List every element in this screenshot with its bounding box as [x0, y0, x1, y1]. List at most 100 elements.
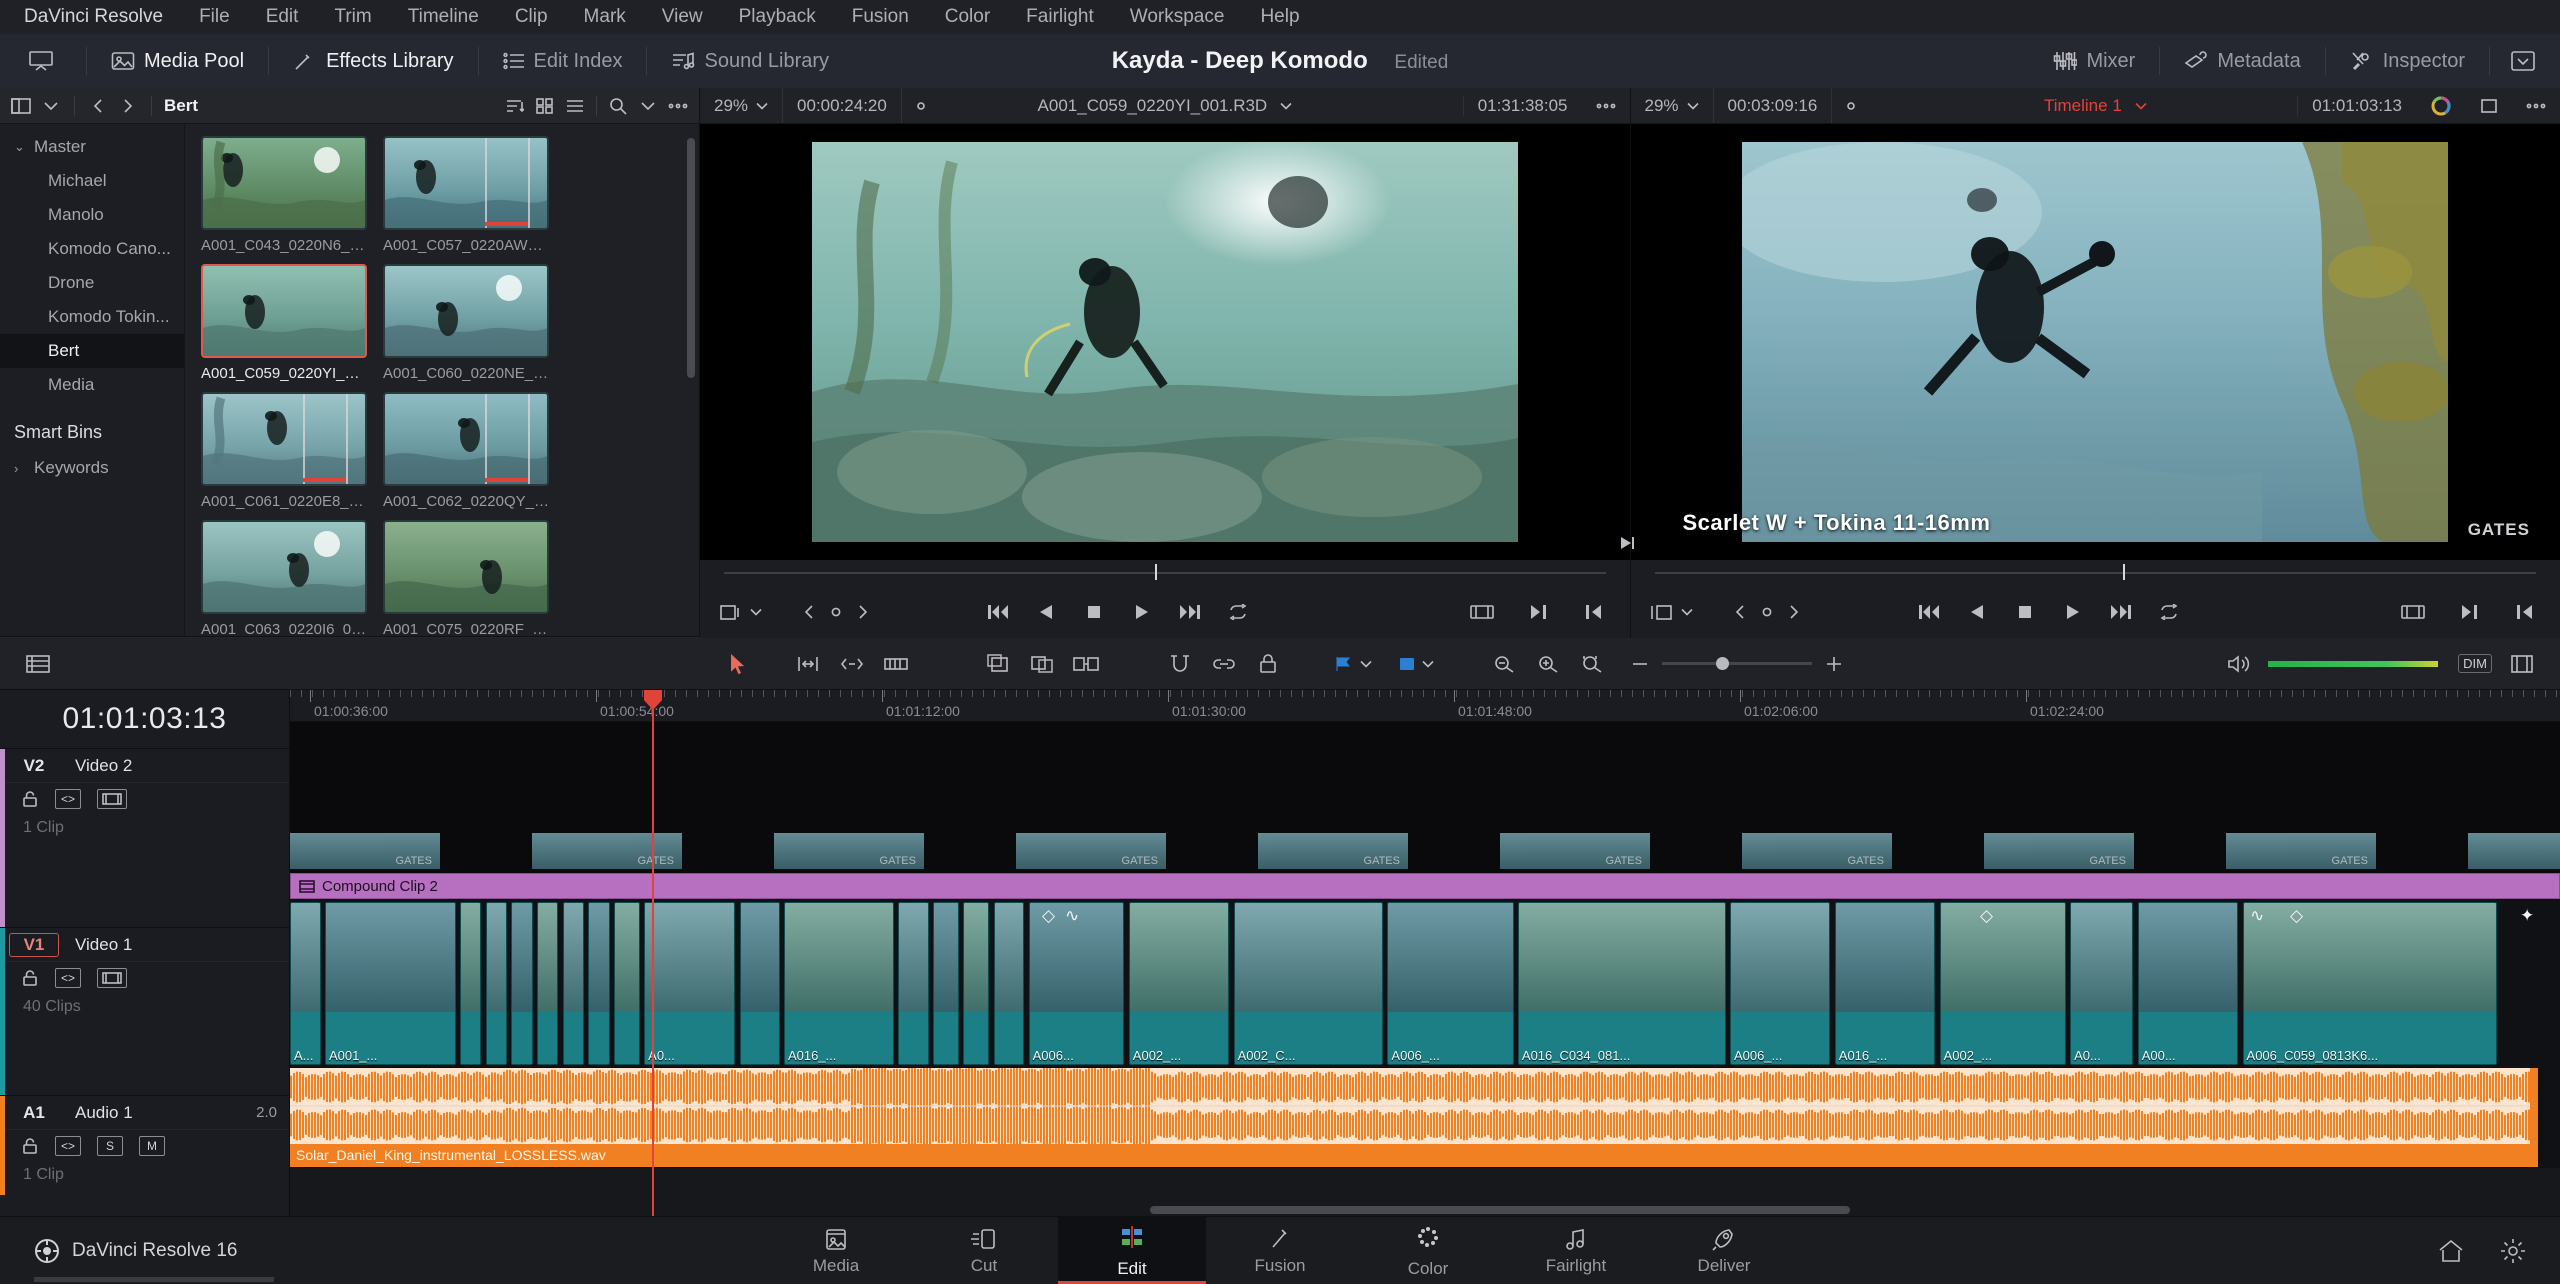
zoom-slider-group[interactable]	[1632, 656, 1842, 672]
timeline-clip[interactable]	[993, 902, 1025, 1065]
marker-color-dropdown[interactable]	[1398, 655, 1434, 673]
timeline-loop-button[interactable]	[2154, 597, 2184, 627]
media-pool-clip[interactable]: A001_C057_0220AW_00...	[383, 136, 549, 254]
page-cut[interactable]: Cut	[910, 1217, 1058, 1284]
insert-clip-button[interactable]	[978, 648, 1018, 680]
bin-item-media[interactable]: Media	[0, 368, 184, 402]
timeline-viewer-image[interactable]: Scarlet W + Tokina 11-16mm GATES	[1630, 124, 2560, 560]
timeline-scrubber[interactable]	[1620, 536, 2560, 586]
timeline-mode-dropdown[interactable]	[1650, 604, 1693, 621]
track-solo-button[interactable]: S	[97, 1136, 123, 1156]
speaker-icon[interactable]	[2218, 648, 2258, 680]
back-icon[interactable]	[83, 93, 113, 119]
timeline-options-icon[interactable]	[1832, 88, 1870, 123]
media-pool-clip[interactable]: A001_C061_0220E8_001...	[201, 392, 367, 510]
track-auto-select-button[interactable]: <>	[55, 1136, 81, 1156]
page-deliver[interactable]: Deliver	[1650, 1217, 1798, 1284]
timeline-clip[interactable]: A002_...	[1939, 902, 2066, 1065]
clip-thumbnail[interactable]	[383, 136, 549, 230]
linked-selection-button[interactable]	[1204, 648, 1244, 680]
inspector-button[interactable]: Inspector	[2340, 46, 2475, 77]
sidebar-toggle-icon[interactable]	[6, 93, 36, 119]
timeline-play-button[interactable]	[2058, 597, 2088, 627]
menu-item-davinci-resolve[interactable]: DaVinci Resolve	[24, 6, 163, 28]
track-auto-select-button[interactable]: <>	[55, 968, 81, 988]
track-header-v2[interactable]: V2 Video 2 <> 1 Clip	[0, 748, 289, 927]
menu-item-workspace[interactable]: Workspace	[1130, 6, 1225, 28]
source-options-icon[interactable]	[902, 88, 940, 123]
track-a1-lane[interactable]: Solar_Daniel_King_instrumental_LOSSLESS.…	[290, 1068, 2560, 1168]
timeline-clip[interactable]: A002_C...	[1233, 902, 1384, 1065]
chevron-right-icon[interactable]: ›	[14, 461, 34, 476]
page-fairlight[interactable]: Fairlight	[1502, 1217, 1650, 1284]
selection-mode-button[interactable]	[718, 648, 758, 680]
zoom-in-button[interactable]	[1528, 648, 1568, 680]
timeline-clip[interactable]	[588, 902, 610, 1065]
bin-item-michael[interactable]: Michael	[0, 164, 184, 198]
timeline-clip[interactable]: A016_...	[783, 902, 894, 1065]
source-zoom-dropdown[interactable]: 29%	[700, 88, 784, 123]
bin-item-master[interactable]: ⌄ Master	[0, 130, 184, 164]
position-lock-button[interactable]	[1248, 648, 1288, 680]
color-wheel-icon[interactable]	[2416, 95, 2466, 117]
page-media[interactable]: Media	[762, 1217, 910, 1284]
source-more-icon[interactable]	[1582, 103, 1630, 109]
clip-transition-icon[interactable]: ∿	[1065, 906, 1079, 926]
media-pool-button[interactable]: Media Pool	[101, 46, 254, 77]
menu-item-fairlight[interactable]: Fairlight	[1026, 6, 1094, 28]
bin-item-manolo[interactable]: Manolo	[0, 198, 184, 232]
overwrite-clip-button[interactable]	[1022, 648, 1062, 680]
edit-index-button[interactable]: Edit Index	[493, 46, 633, 77]
timeline-clip[interactable]: A002_...	[1128, 902, 1230, 1065]
timeline-zoom-dropdown[interactable]: 29%	[1631, 88, 1714, 123]
menu-item-timeline[interactable]: Timeline	[408, 6, 479, 28]
timeline-clip[interactable]: A0...	[2070, 902, 2134, 1065]
media-pool-clip[interactable]: A001_C059_0220YI_001....	[201, 264, 367, 382]
timeline-horizontal-scrollbar[interactable]	[1150, 1206, 1850, 1214]
clip-transition-icon[interactable]: ✦	[2520, 906, 2534, 926]
source-scrubber[interactable]	[700, 560, 1630, 586]
track-v1-lane[interactable]: A... A001_... A0... A016_... A006... A002_...…	[290, 900, 2560, 1068]
menu-item-trim[interactable]: Trim	[334, 6, 371, 28]
timeline-settings-icon[interactable]	[2502, 648, 2542, 680]
timeline-clip[interactable]: A016_...	[1834, 902, 1936, 1065]
timeline-play-reverse-button[interactable]	[1962, 597, 1992, 627]
track-video-enable-button[interactable]	[97, 968, 127, 988]
clip-thumbnail[interactable]	[383, 392, 549, 486]
timeline-clip[interactable]: A001_...	[324, 902, 456, 1065]
smart-bin-item-keywords[interactable]: › Keywords	[0, 451, 184, 485]
search-icon[interactable]	[603, 93, 633, 119]
panel-chevron-button[interactable]	[2504, 46, 2542, 76]
playhead[interactable]	[644, 690, 662, 1216]
forward-icon[interactable]	[113, 93, 143, 119]
bin-item-bert[interactable]: Bert	[0, 334, 184, 368]
source-jump-start-button[interactable]	[983, 597, 1013, 627]
compound-clip[interactable]: Compound Clip 2	[290, 873, 2560, 899]
track-header-v1[interactable]: V1 Video 1 <> 40 Clips	[0, 927, 289, 1095]
timeline-stop-button[interactable]	[2010, 597, 2040, 627]
mixer-button[interactable]: Mixer	[2043, 46, 2145, 77]
page-fusion[interactable]: Fusion	[1206, 1217, 1354, 1284]
search-chevron-icon[interactable]	[633, 93, 663, 119]
media-pool-clip[interactable]: A001_C075_0220RF_00...	[383, 520, 549, 636]
media-pool-more-icon[interactable]	[663, 93, 693, 119]
timeline-clip[interactable]: A006...	[1028, 902, 1125, 1065]
track-lock-icon[interactable]	[21, 1137, 39, 1155]
sort-icon[interactable]	[500, 93, 530, 119]
media-pool-scrollbar[interactable]	[687, 138, 695, 378]
clip-transition-icon[interactable]: ◇	[1042, 906, 1055, 926]
track-channel-config[interactable]: 2.0	[256, 1104, 289, 1121]
timeline-clip[interactable]: A006_C059_0813K6...	[2242, 902, 2497, 1065]
track-header-a1[interactable]: A1 Audio 1 2.0 <> S M 1 Clip	[0, 1095, 289, 1195]
menu-item-edit[interactable]: Edit	[266, 6, 299, 28]
media-pool-clip[interactable]: A001_C043_0220N6_00...	[201, 136, 367, 254]
metadata-button[interactable]: Metadata	[2174, 46, 2310, 77]
chevron-down-icon[interactable]: ⌄	[14, 139, 34, 155]
thumbnail-view-icon[interactable]	[530, 93, 560, 119]
timeline-clip[interactable]	[562, 902, 584, 1065]
viewer-toggle-button[interactable]	[18, 46, 72, 76]
timeline-mark-in-button[interactable]	[2454, 597, 2484, 627]
track-lock-icon[interactable]	[21, 969, 39, 987]
source-play-reverse-button[interactable]	[1031, 597, 1061, 627]
effects-library-button[interactable]: Effects Library	[283, 46, 463, 77]
